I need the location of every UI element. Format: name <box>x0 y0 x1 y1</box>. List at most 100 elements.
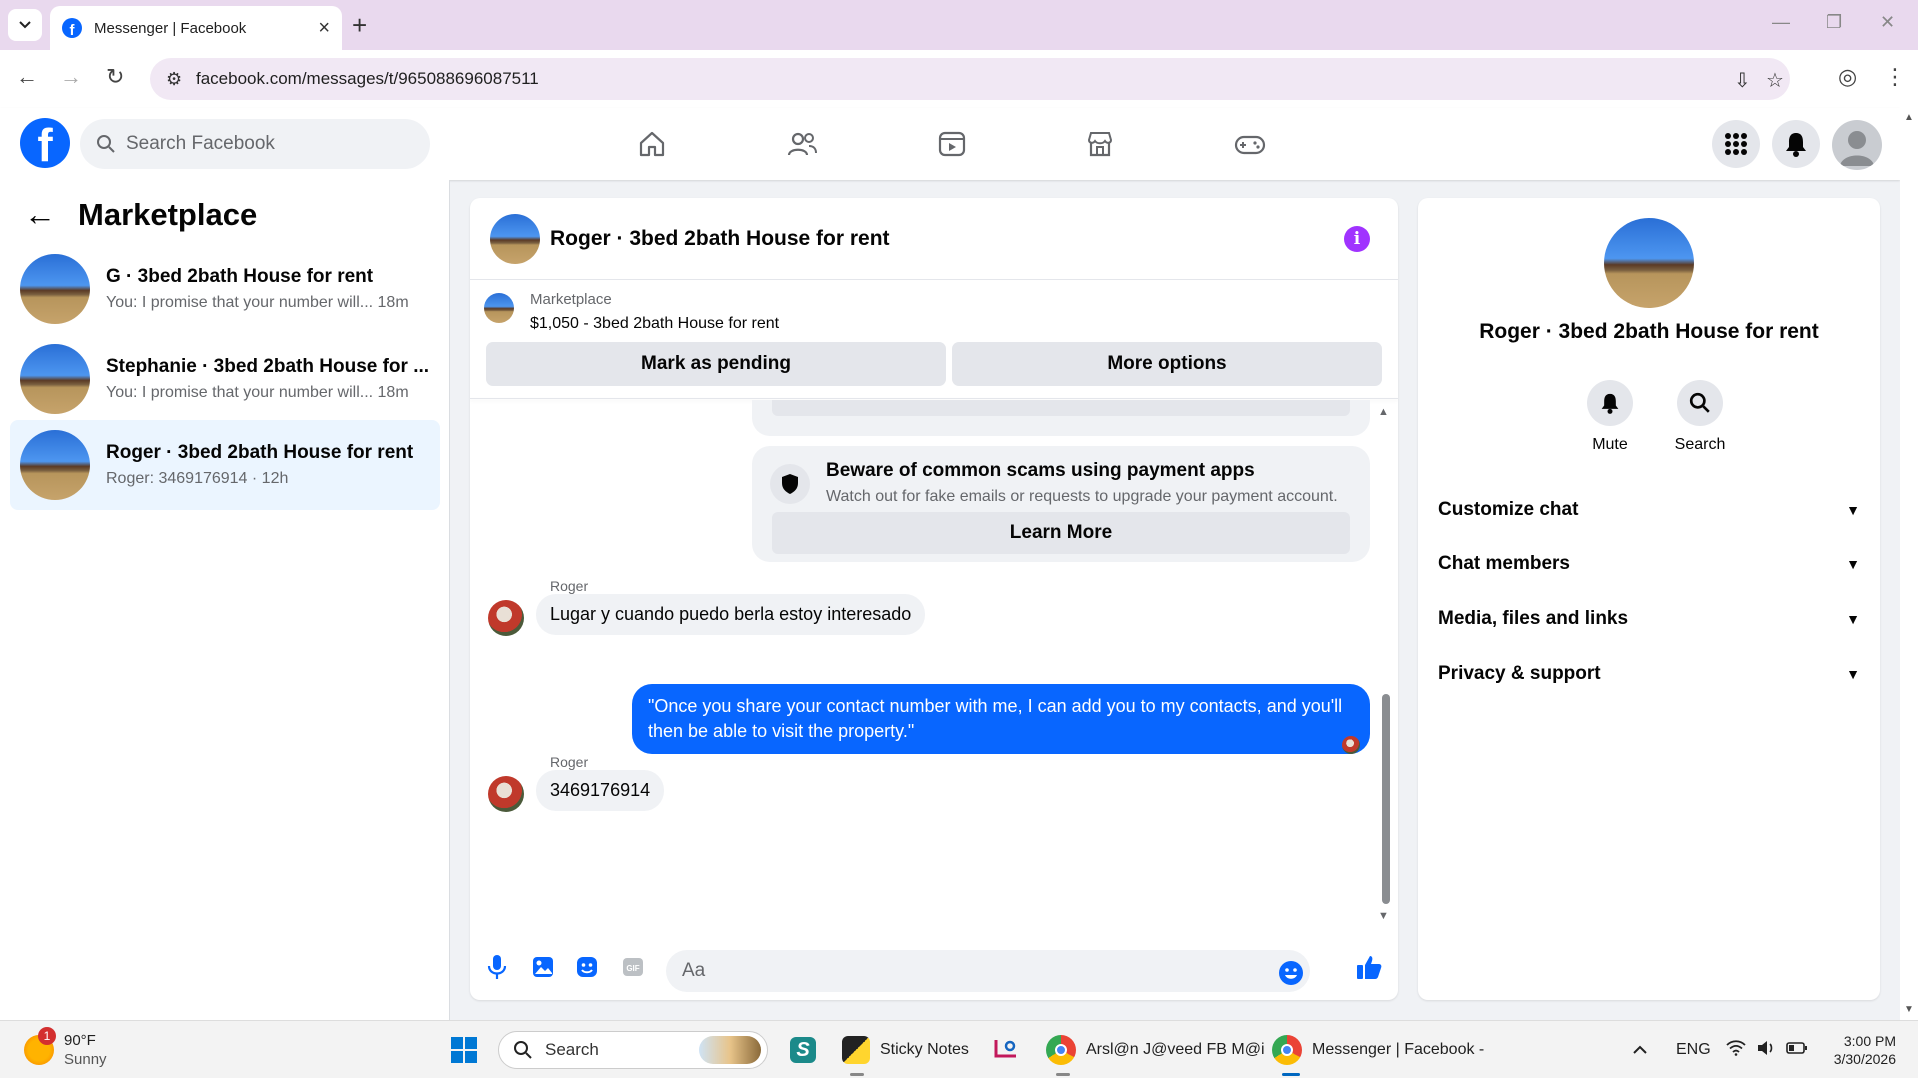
privacy-support-section[interactable]: Privacy & support ▼ <box>1438 654 1860 694</box>
conversation-preview: You: I promise that your number will... … <box>106 384 409 401</box>
scroll-down-arrow-icon[interactable]: ▼ <box>1904 1004 1914 1015</box>
seen-receipt-avatar <box>1342 736 1360 754</box>
sticky-notes-app[interactable]: Sticky Notes <box>842 1021 969 1078</box>
conversation-item-g[interactable]: G · 3bed 2bath House for rent You: I pro… <box>10 244 440 334</box>
sender-avatar[interactable] <box>488 600 524 636</box>
restore-icon[interactable]: ❐ <box>1826 12 1842 33</box>
site-settings-icon[interactable]: ⚙ <box>166 69 182 90</box>
conversation-name: Roger · 3bed 2bath House for rent <box>106 442 414 463</box>
chat-scrollbar-thumb[interactable] <box>1382 694 1390 904</box>
chrome-window-messenger[interactable]: Messenger | Facebook - <box>1272 1021 1484 1078</box>
scam-warning-card: Beware of common scams using payment app… <box>752 446 1370 562</box>
mark-as-pending-button[interactable]: Mark as pending <box>486 342 946 386</box>
page-scrollbar[interactable]: ▲ ▼ <box>1900 108 1918 1020</box>
incoming-message-bubble[interactable]: 3469176914 <box>536 770 665 811</box>
profile-icon[interactable]: ◎ <box>1838 64 1857 90</box>
menu-grid-icon[interactable] <box>1712 120 1760 168</box>
snipping-tool-app[interactable] <box>992 1021 1020 1078</box>
scam-warning-title: Beware of common scams using payment app… <box>826 460 1255 481</box>
details-avatar[interactable] <box>1604 218 1694 308</box>
sender-avatar[interactable] <box>488 776 524 812</box>
account-avatar[interactable] <box>1832 120 1882 170</box>
photo-icon[interactable] <box>528 952 558 982</box>
message-input[interactable]: Aa <box>666 950 1310 992</box>
info-icon[interactable]: i <box>1344 226 1370 252</box>
facebook-search-input[interactable]: Search Facebook <box>80 119 430 169</box>
chat-scroll-down-icon[interactable]: ▼ <box>1378 910 1389 922</box>
forward-arrow-icon[interactable]: → <box>60 64 82 90</box>
taskbar-search-label: Search <box>545 1040 599 1059</box>
message-composer: GIF Aa <box>470 938 1398 1000</box>
chevron-down-icon: ▼ <box>1846 666 1860 682</box>
new-tab-button[interactable]: + <box>352 10 367 41</box>
chat-panel: Roger · 3bed 2bath House for rent i Mark… <box>470 198 1398 1000</box>
microphone-icon[interactable] <box>482 952 512 982</box>
outgoing-message-bubble[interactable]: "Once you share your contact number with… <box>632 684 1370 754</box>
search-highlight-image <box>699 1036 761 1064</box>
sticky-notes-icon <box>842 1036 870 1064</box>
wifi-icon <box>1726 1039 1746 1061</box>
sun-weather-icon: 1 <box>24 1027 56 1065</box>
gif-icon[interactable]: GIF <box>618 952 648 982</box>
url-text: facebook.com/messages/t/965088696087511 <box>196 69 539 88</box>
facebook-logo-icon[interactable]: f <box>20 118 70 168</box>
back-arrow-icon[interactable]: ← <box>16 64 38 90</box>
header-divider <box>470 398 1398 399</box>
weather-widget[interactable]: 1 90°F Sunny <box>24 1021 107 1078</box>
media-files-links-section[interactable]: Media, files and links ▼ <box>1438 599 1860 639</box>
chat-avatar[interactable] <box>490 214 540 264</box>
marketplace-icon[interactable] <box>1080 124 1120 164</box>
friends-icon[interactable] <box>782 124 822 164</box>
running-indicator <box>1056 1073 1070 1076</box>
customize-chat-section[interactable] <box>1438 390 1860 430</box>
volume-icon <box>1756 1040 1776 1061</box>
browser-toolbar: ← → ↻ ⚙ facebook.com/messages/t/96508869… <box>0 50 1918 108</box>
address-bar[interactable]: ⚙ facebook.com/messages/t/96508869608751… <box>150 58 1790 100</box>
reload-icon[interactable]: ↻ <box>106 64 124 90</box>
emoji-icon[interactable] <box>1276 958 1306 988</box>
more-options-button[interactable]: More options <box>952 342 1382 386</box>
chrome-window-fb-ads[interactable]: Arsl@n J@veed FB M@i <box>1046 1021 1265 1078</box>
browser-menu-icon[interactable]: ⋮ <box>1884 64 1906 90</box>
incoming-message-bubble[interactable]: Lugar y cuando puedo berla estoy interes… <box>536 594 926 635</box>
window-close-icon[interactable]: ✕ <box>1880 12 1895 33</box>
browser-tab-messenger[interactable]: f Messenger | Facebook × <box>50 6 342 50</box>
back-arrow-icon[interactable]: ← <box>24 196 56 233</box>
system-tray[interactable] <box>1726 1021 1808 1078</box>
search-icon <box>97 135 115 153</box>
sidebar-title: Marketplace <box>78 196 258 232</box>
message-input-placeholder: Aa <box>682 960 706 981</box>
scroll-up-arrow-icon[interactable]: ▲ <box>1904 112 1914 123</box>
video-reels-icon[interactable] <box>932 124 972 164</box>
listing-summary[interactable]: Marketplace $1,050 - 3bed 2bath House fo… <box>470 281 1398 341</box>
message-sender: Roger <box>550 578 589 594</box>
bookmark-star-icon[interactable]: ☆ <box>1766 68 1784 93</box>
shield-icon <box>770 464 810 504</box>
learn-more-button[interactable]: Learn More <box>772 400 1350 416</box>
gaming-icon[interactable] <box>1230 124 1270 164</box>
language-indicator[interactable]: ENG <box>1676 1021 1711 1078</box>
sticker-icon[interactable] <box>572 952 602 982</box>
active-indicator <box>1282 1073 1300 1076</box>
learn-more-button[interactable]: Learn More <box>772 512 1350 554</box>
show-hidden-icons-chevron-up-icon[interactable] <box>1632 1021 1648 1078</box>
minimize-icon[interactable]: — <box>1772 12 1790 33</box>
tab-search-button[interactable] <box>8 9 42 41</box>
close-tab-icon[interactable]: × <box>318 17 330 40</box>
app-icon-s[interactable]: S <box>790 1021 816 1078</box>
chat-title[interactable]: Roger · 3bed 2bath House for rent <box>550 227 890 251</box>
svg-text:GIF: GIF <box>626 964 639 973</box>
conversation-item-stephanie[interactable]: Stephanie · 3bed 2bath House for ... You… <box>10 334 440 424</box>
clock[interactable]: 3:00 PM 3/30/2026 <box>1826 1021 1896 1078</box>
taskbar-search[interactable]: Search <box>498 1031 768 1069</box>
thumbs-up-icon[interactable] <box>1354 952 1384 982</box>
chat-scroll-up-icon[interactable]: ▲ <box>1378 406 1389 418</box>
customize-chat-section[interactable]: Customize chat ▼ <box>1438 490 1860 530</box>
chat-members-section[interactable]: Chat members ▼ <box>1438 544 1860 584</box>
install-app-icon[interactable]: ⇩ <box>1734 68 1751 93</box>
windows-start-icon[interactable] <box>450 1021 478 1078</box>
sidebar-header: ← Marketplace <box>24 196 257 233</box>
home-icon[interactable] <box>632 124 672 164</box>
conversation-item-roger[interactable]: Roger · 3bed 2bath House for rent Roger:… <box>10 420 440 510</box>
notifications-bell-icon[interactable] <box>1772 120 1820 168</box>
